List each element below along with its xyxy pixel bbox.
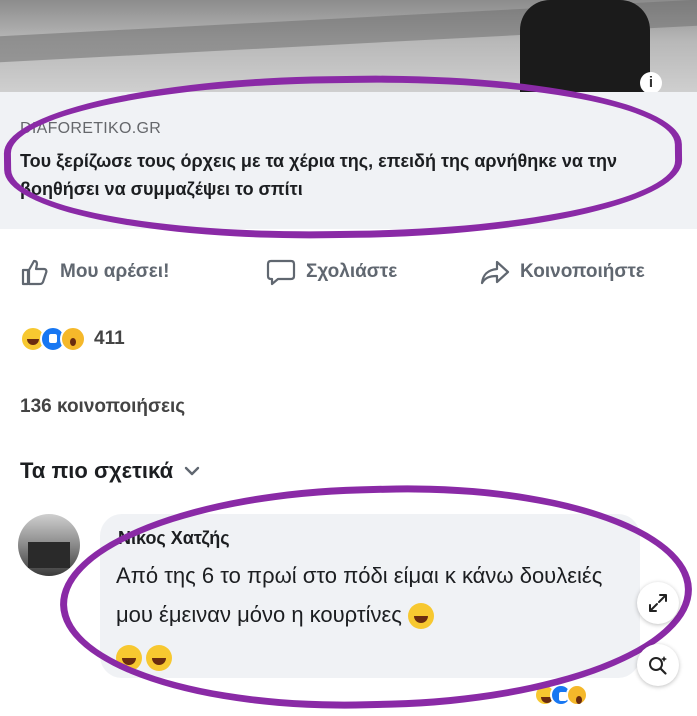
share-button[interactable]: Κοινοποιήστε — [480, 258, 645, 286]
comment-label: Σχολιάστε — [306, 261, 398, 282]
comments-filter-dropdown[interactable]: Τα πιο σχετικά — [20, 458, 201, 484]
post-actions-bar: Μου αρέσει! Σχολιάστε Κοινοποιήστε — [0, 246, 697, 298]
info-icon[interactable]: i — [640, 72, 662, 92]
visual-search-icon — [649, 656, 667, 675]
like-button[interactable]: Μου αρέσει! — [20, 258, 169, 286]
shares-count[interactable]: 136 κοινοποιήσεις — [20, 396, 185, 418]
like-label: Μου αρέσει! — [60, 261, 170, 282]
wow-reaction-icon — [566, 684, 588, 706]
thumbs-up-icon — [21, 259, 48, 286]
expand-button[interactable] — [637, 582, 679, 624]
chevron-down-icon — [184, 466, 200, 476]
wow-reaction-icon — [60, 326, 86, 352]
expand-icon — [649, 594, 667, 612]
comments-filter-label: Τα πιο σχετικά — [20, 458, 174, 483]
commenter-avatar[interactable] — [18, 514, 80, 576]
visual-search-button[interactable] — [637, 644, 679, 686]
avatar-building-shape — [28, 542, 70, 568]
share-arrow-icon — [480, 260, 510, 285]
reactions-summary[interactable]: 411 — [20, 326, 125, 352]
reactions-count: 411 — [94, 328, 125, 349]
comment-button[interactable]: Σχολιάστε — [266, 258, 397, 286]
speech-bubble-icon — [266, 259, 296, 286]
share-label: Κοινοποιήστε — [520, 261, 645, 282]
photo-person-figure — [520, 0, 650, 92]
